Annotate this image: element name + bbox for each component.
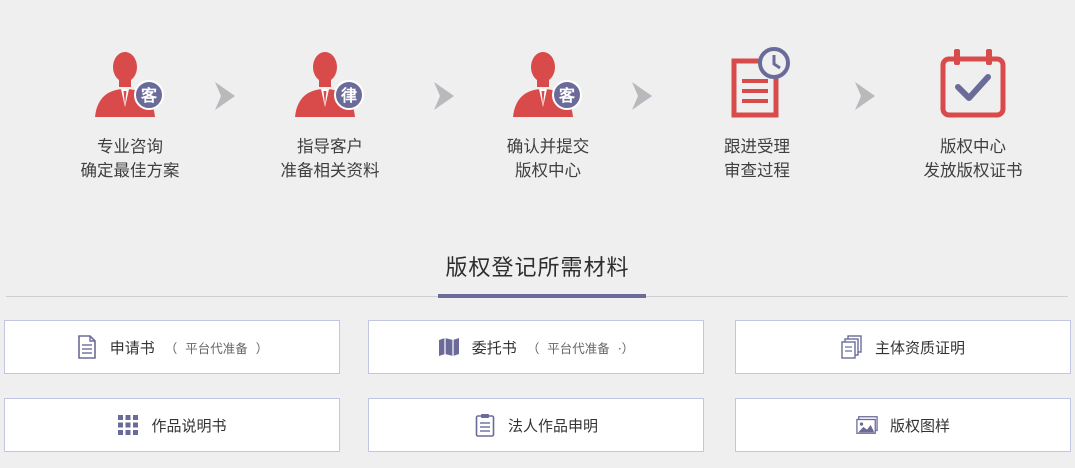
process-flow: 客 专业咨询 确定最佳方案 律 指导客户 准备相关资料 客 确认并提交 版权中心… <box>0 0 1075 215</box>
copies-icon <box>841 335 863 359</box>
material-note: （ 平台代准备 ·） <box>526 340 635 356</box>
step-badge: 客 <box>559 86 576 105</box>
step-line2: 发放版权证书 <box>923 161 1023 180</box>
material-label: 版权图样 <box>889 416 950 435</box>
material-card-application[interactable]: 申请书 （ 平台代准备 ） <box>4 320 340 374</box>
document-icon <box>76 335 98 359</box>
grid-icon <box>117 413 139 437</box>
step-line1: 版权中心 <box>940 137 1006 156</box>
step-line1: 指导客户 <box>297 137 363 156</box>
image-icon <box>856 413 878 437</box>
material-label: 主体资质证明 <box>874 338 965 357</box>
step-guide: 律 指导客户 准备相关资料 <box>245 45 415 183</box>
material-label: 申请书 <box>109 338 155 357</box>
material-card-qualification[interactable]: 主体资质证明 <box>735 320 1071 374</box>
calendar-check-icon <box>928 45 1018 125</box>
material-label: 委托书 <box>471 338 517 357</box>
step-line2: 准备相关资料 <box>280 161 380 180</box>
step-submit: 客 确认并提交 版权中心 <box>463 45 633 183</box>
step-line2: 版权中心 <box>515 161 581 180</box>
arrow-icon <box>630 80 654 112</box>
section-divider-accent <box>438 294 646 298</box>
material-card-legal-statement[interactable]: 法人作品申明 <box>368 398 704 452</box>
material-label: 法人作品申明 <box>507 416 598 435</box>
arrow-icon <box>853 80 877 112</box>
client-person-icon: 客 <box>503 45 593 125</box>
material-card-description[interactable]: 作品说明书 <box>4 398 340 452</box>
material-card-authorization[interactable]: 委托书 （ 平台代准备 ·） <box>368 320 704 374</box>
step-line1: 专业咨询 <box>97 137 163 156</box>
material-card-sample[interactable]: 版权图样 <box>735 398 1071 452</box>
section-title: 版权登记所需材料 <box>445 256 630 281</box>
step-badge: 客 <box>141 86 158 105</box>
consultant-person-icon: 客 <box>85 45 175 125</box>
step-issue: 版权中心 发放版权证书 <box>888 45 1058 183</box>
step-consult: 客 专业咨询 确定最佳方案 <box>45 45 215 183</box>
material-label: 作品说明书 <box>151 416 227 435</box>
step-line2: 确定最佳方案 <box>80 161 180 180</box>
step-review: 跟进受理 审查过程 <box>672 45 842 183</box>
step-line1: 跟进受理 <box>724 137 790 156</box>
clipboard-icon <box>474 413 496 437</box>
step-badge: 律 <box>341 86 357 105</box>
map-icon <box>438 335 460 359</box>
material-note: （ 平台代准备 ） <box>164 340 269 356</box>
document-clock-icon <box>712 45 802 125</box>
arrow-icon <box>432 80 456 112</box>
step-line1: 确认并提交 <box>506 137 590 156</box>
step-line2: 审查过程 <box>724 161 790 180</box>
lawyer-person-icon: 律 <box>285 45 375 125</box>
arrow-icon <box>213 80 237 112</box>
